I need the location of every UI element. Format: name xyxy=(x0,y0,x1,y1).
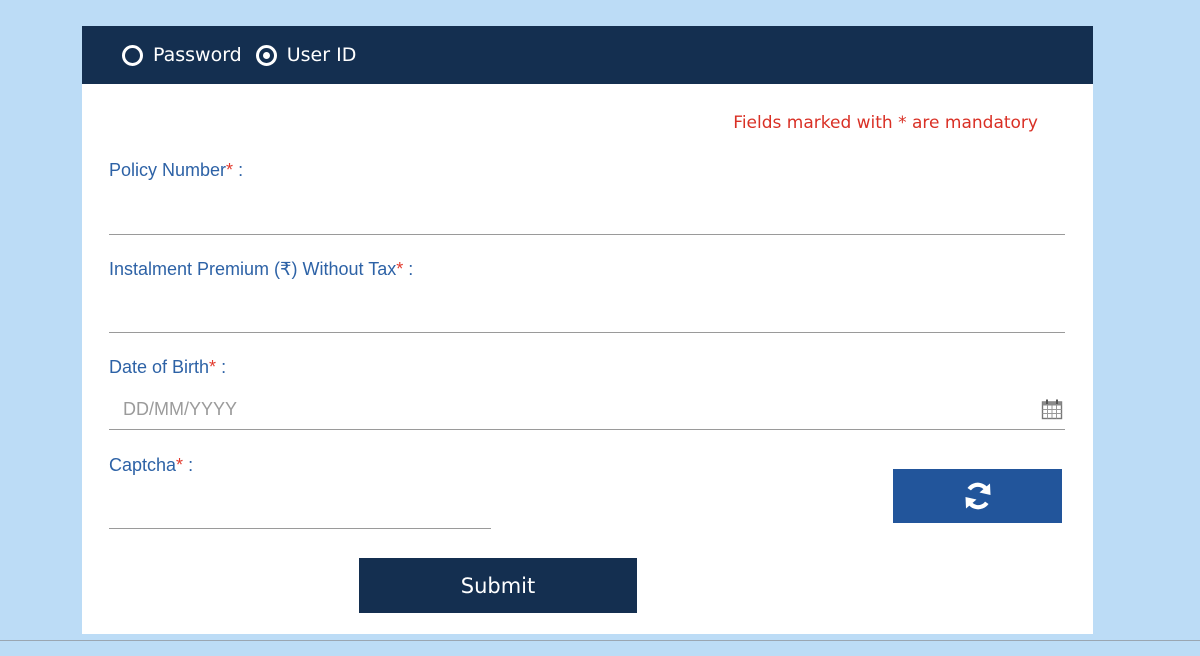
policy-number-input[interactable] xyxy=(109,195,1065,235)
submit-button[interactable]: Submit xyxy=(359,558,637,613)
date-of-birth-field: Date of Birth* : xyxy=(109,357,1065,430)
required-marker: * xyxy=(176,455,184,475)
date-of-birth-input[interactable] xyxy=(109,390,1065,430)
radio-password-icon[interactable] xyxy=(122,44,143,66)
policy-number-field: Policy Number* : xyxy=(109,160,1065,235)
radio-option-user-id[interactable]: User ID xyxy=(255,44,357,66)
captcha-input[interactable] xyxy=(109,489,491,529)
required-marker: * xyxy=(226,160,234,180)
required-marker: * xyxy=(209,357,217,377)
mandatory-note: Fields marked with * are mandatory xyxy=(733,113,1038,133)
policy-number-label: Policy Number* : xyxy=(109,160,244,180)
calendar-icon[interactable] xyxy=(1041,398,1063,420)
page-bottom-divider xyxy=(0,640,1200,641)
radio-label-password: Password xyxy=(153,44,242,66)
page: Password User ID Fields marked with * ar… xyxy=(0,0,1200,656)
instalment-premium-input[interactable] xyxy=(109,293,1065,333)
captcha-refresh-button[interactable] xyxy=(893,469,1062,523)
captcha-field: Captcha* : xyxy=(109,455,491,529)
instalment-premium-label: Instalment Premium (₹) Without Tax* : xyxy=(109,259,414,279)
refresh-icon xyxy=(965,482,990,510)
date-of-birth-wrapper xyxy=(109,390,1065,430)
radio-option-password[interactable]: Password xyxy=(122,44,242,66)
login-mode-bar: Password User ID xyxy=(82,26,1093,84)
radio-label-user-id: User ID xyxy=(286,44,357,66)
login-panel: Password User ID Fields marked with * ar… xyxy=(82,26,1093,634)
captcha-label: Captcha* : xyxy=(109,455,194,475)
date-of-birth-label: Date of Birth* : xyxy=(109,357,227,377)
radio-user-id-icon[interactable] xyxy=(255,44,277,66)
instalment-premium-field: Instalment Premium (₹) Without Tax* : xyxy=(109,259,1065,333)
